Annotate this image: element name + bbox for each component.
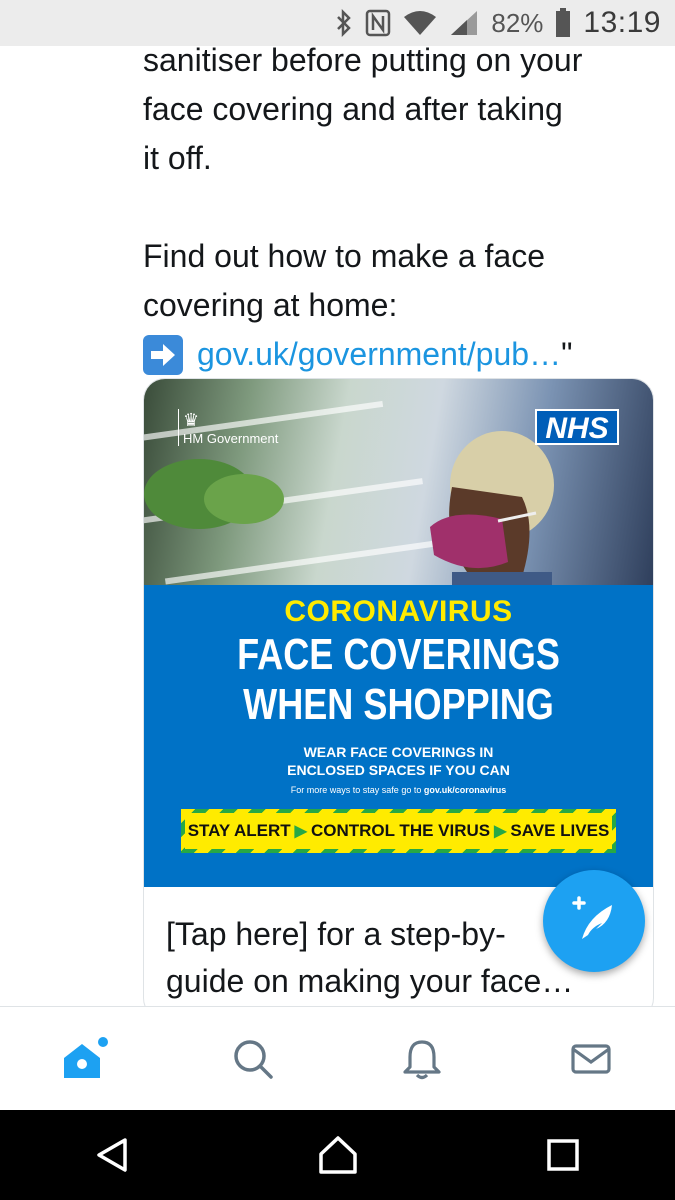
tab-notifications[interactable] bbox=[382, 1019, 462, 1099]
wifi-icon bbox=[403, 9, 437, 37]
tweet-line: covering at home: bbox=[143, 287, 398, 323]
nhs-logo: NHS bbox=[535, 409, 619, 445]
notifications-icon bbox=[403, 1040, 441, 1080]
battery-percent: 82% bbox=[491, 7, 544, 38]
poster-subline: WEAR FACE COVERINGS IN bbox=[303, 744, 494, 760]
link-suffix: " bbox=[561, 336, 573, 372]
hm-gov-label: HM Government bbox=[183, 431, 279, 446]
poster-headline-line: FACE COVERINGS bbox=[237, 630, 560, 679]
back-triangle-icon bbox=[96, 1138, 127, 1172]
compose-tweet-button[interactable] bbox=[543, 870, 645, 972]
poster-small-link: gov.uk/coronavirus bbox=[423, 785, 507, 795]
home-icon bbox=[64, 1037, 109, 1078]
recents-square-icon bbox=[546, 1139, 579, 1171]
bluetooth-icon bbox=[335, 9, 353, 37]
tweet-line: face covering and after taking bbox=[143, 91, 563, 127]
poster-small-text: For more ways to stay safe go to gov.uk/… bbox=[144, 785, 653, 795]
messages-icon bbox=[571, 1044, 611, 1074]
chevron-right-icon: ▶ bbox=[294, 823, 307, 840]
stay-alert-band: STAY ALERT ▶ CONTROL THE VIRUS ▶ SAVE LI… bbox=[181, 809, 616, 853]
alert-text-2: CONTROL THE VIRUS bbox=[310, 821, 491, 840]
tweet-link-line: gov.uk/government/pub… " bbox=[143, 330, 663, 379]
back-button[interactable] bbox=[73, 1115, 153, 1195]
poster-subline: ENCLOSED SPACES IF YOU CAN bbox=[287, 762, 510, 778]
recents-button[interactable] bbox=[523, 1115, 603, 1195]
poster-headline-line: WHEN SHOPPING bbox=[243, 680, 554, 729]
poster-title: CORONAVIRUS bbox=[284, 595, 513, 628]
home-outline-icon bbox=[318, 1136, 357, 1174]
tweet-line: Find out how to make a face bbox=[143, 238, 545, 274]
search-icon bbox=[234, 1040, 273, 1079]
chevron-right-icon: ▶ bbox=[494, 823, 507, 840]
signal-icon bbox=[449, 9, 479, 37]
android-nav-bar bbox=[0, 1110, 675, 1200]
alert-text-1: STAY ALERT bbox=[187, 821, 291, 840]
poster: CORONAVIRUS FACE COVERINGS WHEN SHOPPING… bbox=[144, 585, 653, 887]
hm-government-logo: ♛ HM Government bbox=[178, 409, 278, 446]
tweet-link[interactable]: gov.uk/government/pub… bbox=[197, 330, 561, 379]
tab-search[interactable] bbox=[213, 1019, 293, 1099]
nfc-icon bbox=[365, 9, 391, 37]
tweet-line: it off. bbox=[143, 140, 212, 176]
status-bar: 82% 13:19 bbox=[0, 0, 675, 46]
card-caption-line: guide on making your face… bbox=[166, 963, 574, 999]
compose-feather-icon bbox=[572, 896, 612, 939]
crest-icon: ♛ bbox=[183, 410, 200, 430]
bottom-tab-bar bbox=[0, 1006, 675, 1111]
tab-messages[interactable] bbox=[551, 1019, 631, 1099]
woman-face-mask-illustration bbox=[430, 431, 554, 585]
home-nav-button[interactable] bbox=[298, 1115, 378, 1195]
alert-text-3: SAVE LIVES bbox=[510, 821, 610, 840]
tab-home[interactable] bbox=[44, 1019, 124, 1099]
tweet-text: sanitiser before putting on your face co… bbox=[143, 36, 663, 379]
right-arrow-icon bbox=[143, 334, 183, 375]
clock: 13:19 bbox=[583, 6, 661, 39]
poster-small-prefix: For more ways to stay safe go to bbox=[290, 785, 422, 795]
card-photo: ♛ HM Government NHS bbox=[144, 379, 653, 585]
battery-icon bbox=[555, 8, 571, 37]
